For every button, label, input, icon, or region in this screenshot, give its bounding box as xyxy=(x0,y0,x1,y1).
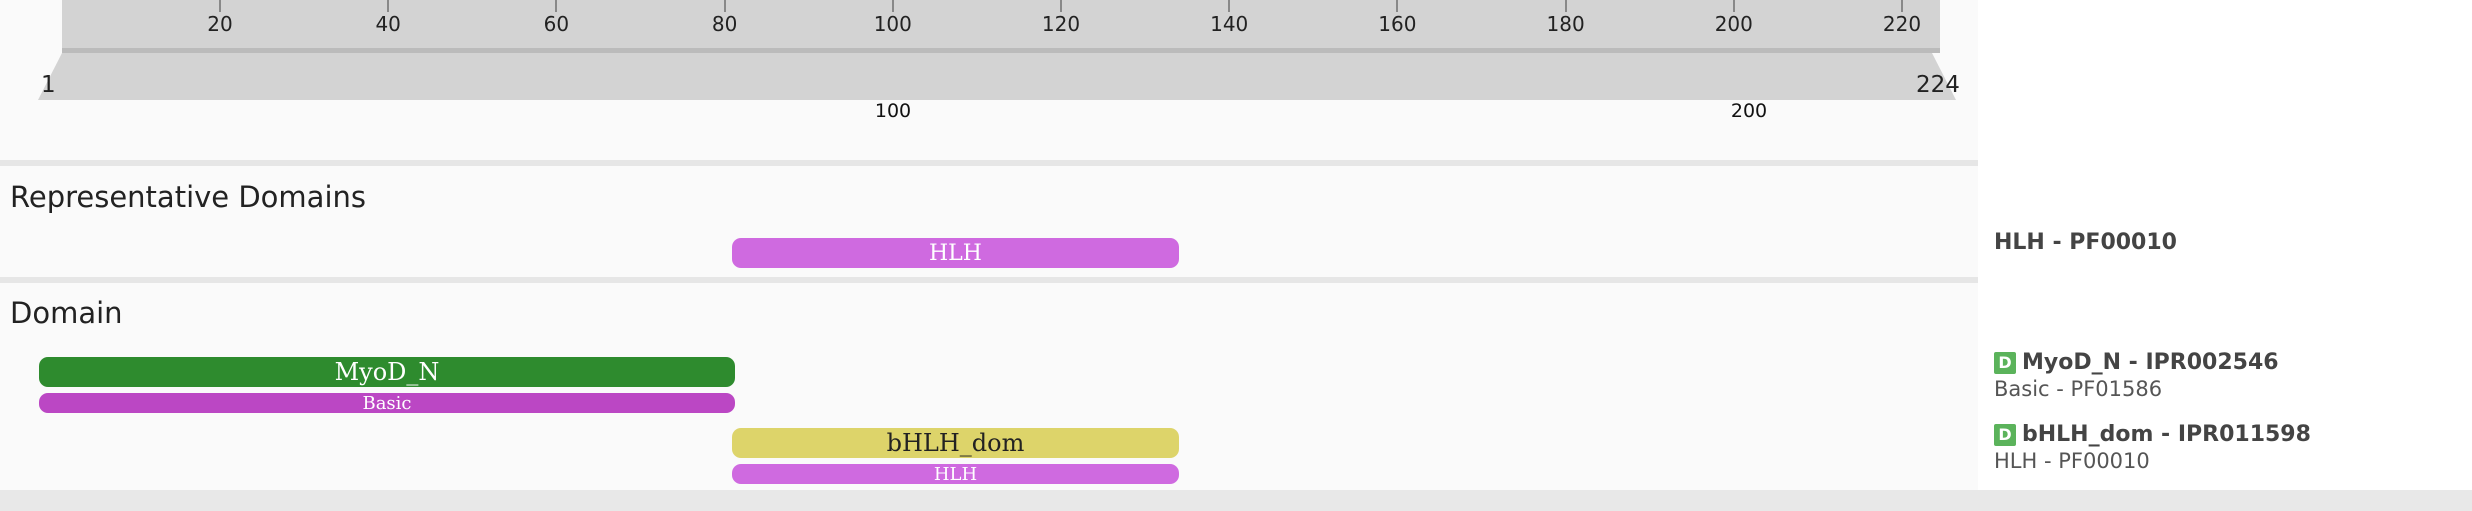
sequence-start-label: 1 xyxy=(41,72,56,98)
ruler-tick xyxy=(1732,0,1735,12)
section-title-domain: Domain xyxy=(10,296,123,330)
ruler-tick xyxy=(1228,0,1231,12)
domain-type-icon: D xyxy=(1994,423,2016,446)
ruler-tick-label: 180 xyxy=(1546,12,1585,36)
ruler-tick xyxy=(1901,0,1903,12)
position-ruler[interactable]: 20 40 60 80 100 120 140 160 180 200 220 xyxy=(62,0,1940,53)
ruler-tick xyxy=(723,0,726,12)
ruler-tick xyxy=(387,0,390,12)
ruler-tick-label: 160 xyxy=(1378,12,1417,36)
ruler-tick xyxy=(1396,0,1399,12)
section-divider xyxy=(0,277,1978,283)
ruler-tick xyxy=(891,0,894,12)
ruler-tick xyxy=(555,0,558,12)
hlh-domain-bar[interactable]: HLH xyxy=(732,464,1179,485)
legend-entry-sub[interactable]: Basic - PF01586 xyxy=(1994,377,2162,401)
ruler-tick xyxy=(1060,0,1062,12)
ruler-tick-label: 100 xyxy=(873,12,912,36)
basic-bar[interactable]: Basic xyxy=(39,393,735,414)
protein-viewer: 20 40 60 80 100 120 140 160 180 200 220 1 224 100 … xyxy=(0,0,2472,511)
track-panel: 20 40 60 80 100 120 140 160 180 200 220 1 224 100 … xyxy=(0,0,1978,490)
legend-entry-title: MyoD_N - IPR002546 xyxy=(2022,350,2279,375)
domain-type-icon: D xyxy=(1994,351,2016,374)
hlh-representative-bar[interactable]: HLH xyxy=(732,238,1179,268)
legend-entry-title: bHLH_dom - IPR011598 xyxy=(2022,422,2311,447)
section-title-representative: Representative Domains xyxy=(10,180,366,214)
legend-entry-myod[interactable]: D MyoD_N - IPR002546 xyxy=(1994,350,2279,375)
legend-rep-entry-label: HLH - PF00010 xyxy=(1994,230,2177,255)
ruler-tick-label: 20 xyxy=(207,12,233,36)
ruler-tick-label: 80 xyxy=(711,12,738,36)
sequence-end-label: 224 xyxy=(1916,72,1960,98)
scale-label-200: 200 xyxy=(1730,100,1768,122)
legend-rep-entry[interactable]: HLH - PF00010 xyxy=(1994,230,2177,255)
section-divider xyxy=(0,160,1978,166)
ruler-tick-label: 40 xyxy=(375,12,401,36)
ruler-tick-label: 120 xyxy=(1041,12,1081,36)
ruler-tick xyxy=(219,0,221,12)
scale-label-100: 100 xyxy=(874,100,912,122)
legend-entry-bhlh[interactable]: D bHLH_dom - IPR011598 xyxy=(1994,422,2311,447)
ruler-tick-label: 220 xyxy=(1882,12,1922,36)
bhlh-dom-bar[interactable]: bHLH_dom xyxy=(732,428,1179,458)
ruler-tick-label: 140 xyxy=(1210,12,1249,36)
zoom-overview[interactable] xyxy=(38,53,1956,100)
legend-entry-sub[interactable]: HLH - PF00010 xyxy=(1994,449,2150,473)
ruler-tick-label: 60 xyxy=(543,12,570,36)
ruler-tick xyxy=(1564,0,1567,12)
myod-n-bar[interactable]: MyoD_N xyxy=(39,357,735,387)
ruler-tick-label: 200 xyxy=(1714,12,1753,36)
